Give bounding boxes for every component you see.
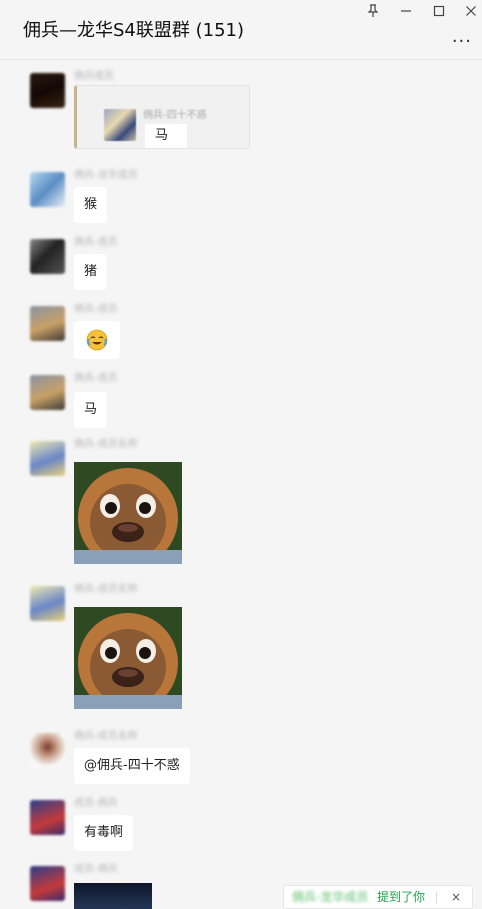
sender-name: 佣兵-成员名称: [74, 731, 138, 742]
mention-toast[interactable]: 佣兵-龙华成员 提到了你 ×: [283, 885, 473, 909]
message-bubble[interactable]: [74, 321, 120, 359]
sender-name: 佣兵-龙华成员: [74, 170, 138, 181]
sender-name: 佣兵-成员: [74, 373, 118, 384]
avatar[interactable]: [30, 306, 65, 341]
title-bar: 佣兵—龙华S4联盟群 (151) ...: [0, 0, 482, 60]
message-item: 佣兵-成员名称: [30, 439, 190, 566]
message-bubble[interactable]: 猪: [74, 254, 108, 290]
maximize-icon[interactable]: [428, 2, 450, 20]
quoted-text: 马: [145, 124, 187, 148]
avatar[interactable]: [30, 800, 65, 835]
mention-text: 提到了你: [377, 890, 426, 904]
quoted-message[interactable]: 佣兵-四十不惑 马: [74, 85, 250, 149]
image-thumbnail[interactable]: [74, 883, 152, 909]
more-options-button[interactable]: ...: [452, 26, 472, 47]
message-bubble[interactable]: @佣兵-四十不惑: [74, 748, 190, 784]
message-item: 成员-佣兵 有毒啊: [30, 798, 180, 860]
avatar[interactable]: [30, 586, 65, 621]
message-item: 佣兵成员 佣兵-四十不惑 马: [30, 71, 260, 158]
divider: [436, 891, 437, 904]
chat-title: 佣兵—龙华S4联盟群 (151): [23, 20, 245, 41]
message-item: 佣兵-成员名称 @佣兵-四十不惑: [30, 731, 230, 793]
message-item: 佣兵-成员 马: [30, 373, 150, 435]
avatar[interactable]: [30, 733, 65, 768]
avatar[interactable]: [30, 172, 65, 207]
sender-name: 成员-佣兵: [74, 798, 118, 809]
chat-messages[interactable]: 佣兵成员 佣兵-四十不惑 马 佣兵-龙华成员 猴 佣兵-成员 猪 佣兵-成员 佣…: [0, 61, 482, 909]
sender-name: 佣兵-成员: [74, 237, 118, 248]
avatar[interactable]: [30, 441, 65, 476]
avatar[interactable]: [30, 239, 65, 274]
sender-name: 佣兵-成员名称: [74, 584, 138, 595]
quoted-sender-name: 佣兵-四十不惑: [143, 110, 207, 121]
avatar[interactable]: [30, 866, 65, 901]
sender-name: 成员-佣兵: [74, 864, 118, 875]
message-item: 成员-佣兵: [30, 864, 190, 909]
message-bubble[interactable]: 有毒啊: [74, 815, 134, 851]
avatar[interactable]: [30, 73, 65, 108]
crying-laughing-emoji-icon: [86, 329, 108, 351]
message-bubble[interactable]: 猴: [74, 187, 108, 223]
sticker-image[interactable]: [74, 607, 182, 709]
sender-name: 佣兵成员: [74, 71, 114, 82]
message-bubble[interactable]: 马: [74, 392, 108, 428]
mention-sender-name: 佣兵-龙华成员: [292, 890, 369, 904]
quoted-avatar: [104, 109, 136, 141]
message-item: 佣兵-龙华成员 猴: [30, 170, 150, 232]
message-item: 佣兵-成员 猪: [30, 237, 150, 299]
message-item: 佣兵-成员: [30, 304, 150, 366]
minimize-icon[interactable]: [395, 2, 417, 20]
sender-name: 佣兵-成员名称: [74, 439, 138, 450]
avatar[interactable]: [30, 375, 65, 410]
sender-name: 佣兵-成员: [74, 304, 118, 315]
message-item: 佣兵-成员名称: [30, 584, 190, 711]
close-toast-button[interactable]: ×: [448, 886, 464, 908]
pin-icon[interactable]: [362, 2, 384, 20]
close-icon[interactable]: [460, 2, 482, 20]
sticker-image[interactable]: [74, 462, 182, 564]
